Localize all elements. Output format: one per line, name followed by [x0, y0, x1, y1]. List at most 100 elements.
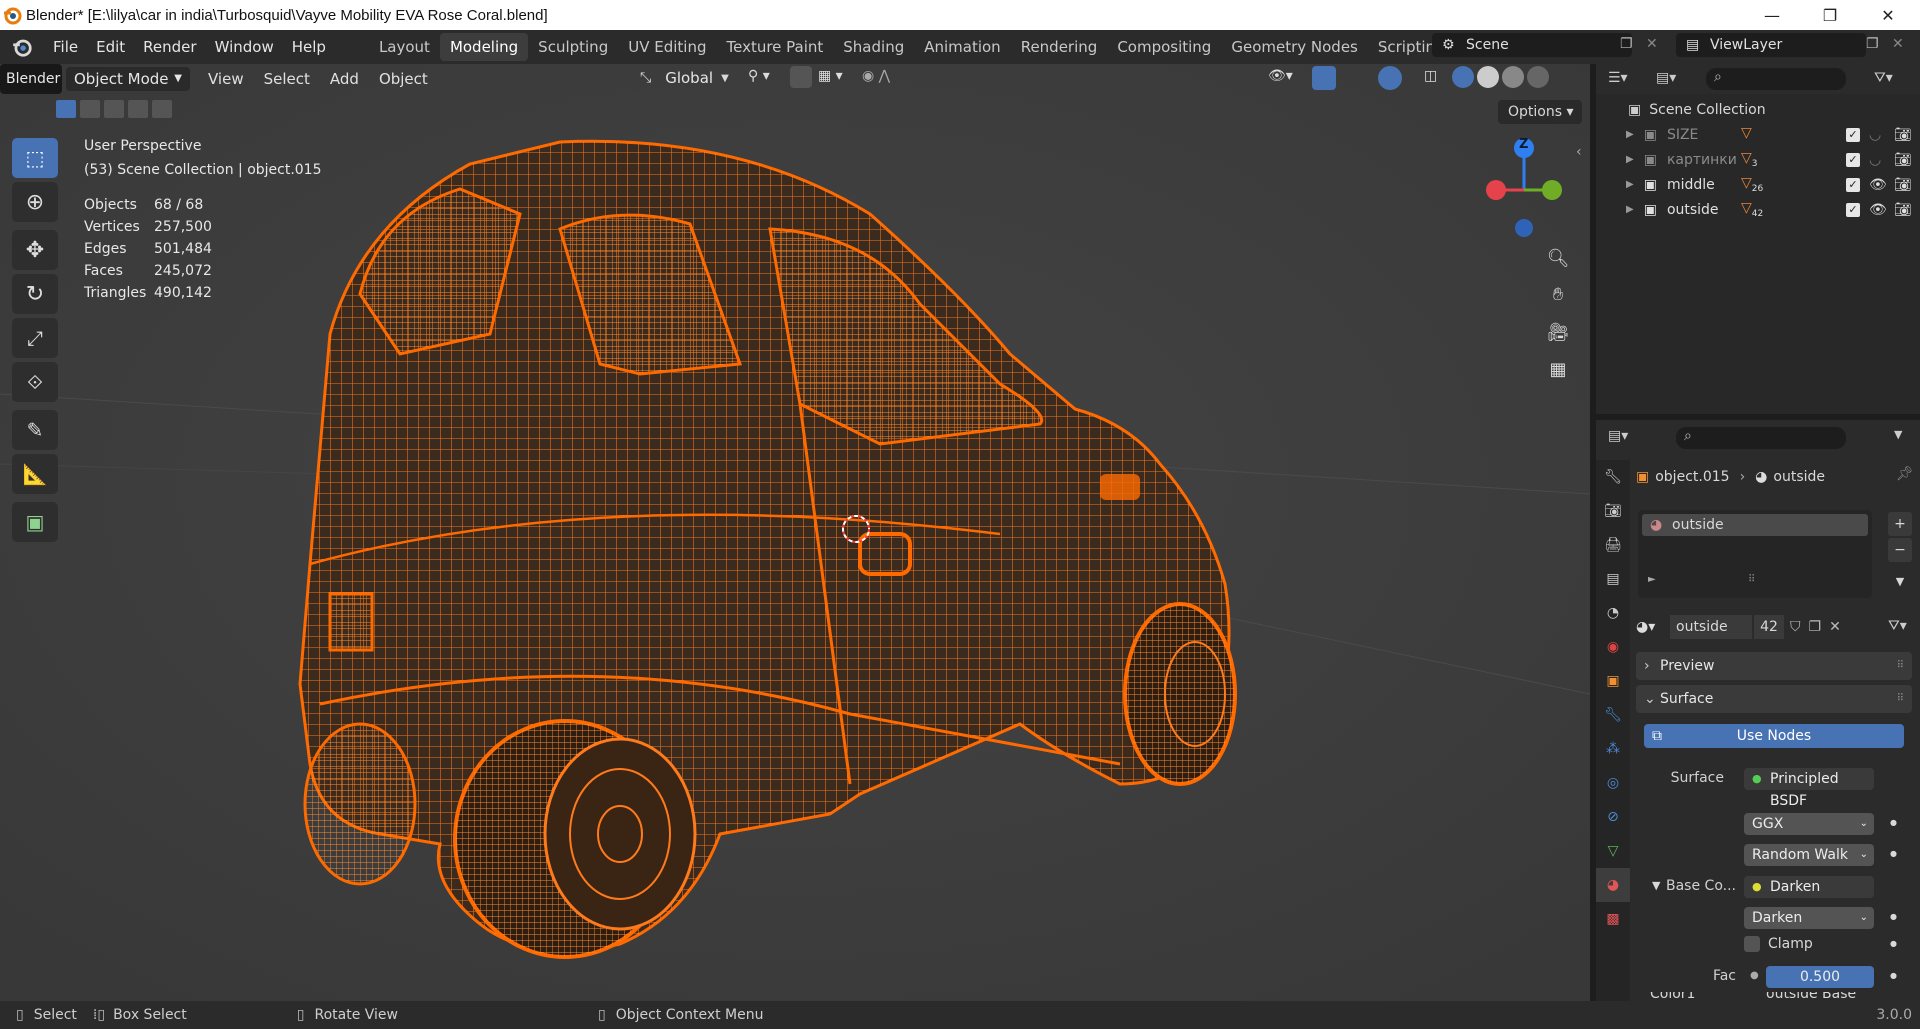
expand-arrow-icon[interactable]: ▶: [1626, 154, 1634, 165]
tool-tab-icon[interactable]: 🔧︎: [1596, 460, 1630, 494]
gizmo-toggle[interactable]: [1312, 66, 1336, 90]
fake-user-icon[interactable]: ⛉: [1790, 619, 1801, 635]
workspace-tab-animation[interactable]: Animation: [914, 33, 1010, 61]
collapse-icon[interactable]: ▼: [1652, 879, 1660, 892]
texture-tab-icon[interactable]: ▩: [1596, 902, 1630, 936]
material-tab-icon[interactable]: ◕: [1596, 868, 1630, 902]
scene-collection-row[interactable]: ▣ Scene Collection: [1596, 97, 1920, 122]
overlay-toggle[interactable]: [1378, 66, 1402, 90]
modifier-tab-icon[interactable]: 🔧︎: [1596, 698, 1630, 732]
camera-render-icon[interactable]: 📷︎: [1894, 152, 1912, 168]
outliner-item[interactable]: ▶ ▣ картинки ▽3 ✓ ◡ 📷︎: [1596, 147, 1920, 172]
scale-tool[interactable]: ⤢: [12, 318, 58, 358]
maximize-button[interactable]: ❐: [1802, 0, 1858, 30]
outliner-item[interactable]: ▶ ▣ middle ▽26 ✓ 👁 📷︎: [1596, 172, 1920, 197]
selection-mode-icons[interactable]: [56, 100, 172, 118]
outliner-search[interactable]: ⌕: [1706, 68, 1846, 90]
exclude-checkbox[interactable]: ✓: [1846, 202, 1860, 217]
outliner-item[interactable]: ▶ ▣ outside ▽42 ✓ 👁 📷︎: [1596, 197, 1920, 222]
exclude-checkbox[interactable]: ✓: [1846, 177, 1860, 192]
particles-tab-icon[interactable]: ⁂: [1596, 732, 1630, 766]
exclude-checkbox[interactable]: ✓: [1846, 152, 1860, 167]
keyframe-dot-icon[interactable]: ●: [1890, 912, 1897, 921]
visibility-icon[interactable]: 👁▾: [1268, 68, 1293, 84]
move-tool[interactable]: ✥: [12, 230, 58, 270]
workspace-tab-layout[interactable]: Layout: [369, 33, 440, 61]
zoom-icon[interactable]: 🔍︎: [1543, 243, 1573, 273]
output-tab-icon[interactable]: 🖨︎: [1596, 528, 1630, 562]
options-dropdown[interactable]: Options ▾: [1498, 100, 1582, 124]
transform-tool[interactable]: ⟐: [12, 362, 58, 402]
pin-icon[interactable]: 📌︎: [1896, 466, 1914, 482]
distribution-dropdown[interactable]: GGX ⌄: [1744, 813, 1874, 835]
workspace-tab-shading[interactable]: Shading: [833, 33, 914, 61]
drag-handle-icon[interactable]: ⠿: [1897, 685, 1904, 713]
data-tab-icon[interactable]: ▽: [1596, 834, 1630, 868]
display-mode-icon[interactable]: ▤▾: [1656, 70, 1676, 86]
eye-icon[interactable]: 👁: [1869, 202, 1887, 218]
copy-scene-icon[interactable]: ❐: [1620, 36, 1633, 52]
scene-tab-icon[interactable]: ◔: [1596, 596, 1630, 630]
expand-icon[interactable]: ►: [1648, 574, 1656, 585]
expand-arrow-icon[interactable]: ▶: [1626, 179, 1634, 190]
workspace-tab-uv-editing[interactable]: UV Editing: [618, 33, 716, 61]
3d-viewport[interactable]: Z Blender Object Mode ▼ View Select Add Obj…: [0, 64, 1590, 1001]
subsurface-method-dropdown[interactable]: Random Walk ⌄: [1744, 844, 1874, 866]
rendered-shading-icon[interactable]: [1527, 66, 1549, 88]
grid-view-icon[interactable]: ▦: [1543, 354, 1573, 384]
keyframe-dot-icon[interactable]: ●: [1890, 818, 1897, 827]
menu-help[interactable]: Help: [283, 30, 335, 64]
select-extend-icon[interactable]: [80, 100, 100, 118]
menu-window[interactable]: Window: [206, 30, 283, 64]
camera-render-icon[interactable]: 📷︎: [1894, 177, 1912, 193]
outliner-item[interactable]: ▶ ▣ SIZE ▽ ✓ ◡ 📷︎: [1596, 122, 1920, 147]
workspace-tab-modeling[interactable]: Modeling: [439, 33, 529, 61]
duplicate-icon[interactable]: ❐: [1809, 619, 1822, 635]
workspace-tab-texture-paint[interactable]: Texture Paint: [716, 33, 833, 61]
cursor-tool[interactable]: ⊕: [12, 182, 58, 222]
view-layer-selector[interactable]: ▤ ViewLayer: [1676, 33, 1866, 57]
fac-slider[interactable]: 0.500: [1766, 966, 1874, 988]
sidebar-toggle-icon[interactable]: ‹: [1576, 144, 1582, 160]
exclude-checkbox[interactable]: ✓: [1846, 127, 1860, 142]
surface-shader-field[interactable]: ● Principled BSDF: [1744, 768, 1874, 809]
camera-icon[interactable]: 🎥︎: [1543, 317, 1573, 347]
eye-closed-icon[interactable]: ◡: [1869, 127, 1881, 143]
workspace-tab-compositing[interactable]: Compositing: [1107, 33, 1221, 61]
object-tab-icon[interactable]: ▣: [1596, 664, 1630, 698]
mode-dropdown[interactable]: Object Mode ▼: [66, 67, 190, 91]
snap-toggle[interactable]: [790, 66, 812, 88]
remove-slot-button[interactable]: −: [1888, 538, 1912, 562]
proportional-edit-icon[interactable]: ◉ ⋀: [862, 68, 890, 84]
close-window-button[interactable]: ✕: [1860, 0, 1916, 30]
editor-type-icon[interactable]: ☰▾: [1608, 70, 1628, 86]
menu-render[interactable]: Render: [134, 30, 205, 64]
camera-render-icon[interactable]: 📷︎: [1894, 202, 1912, 218]
blend-mode-dropdown[interactable]: Darken ⌄: [1744, 907, 1874, 929]
keyframe-dot-icon[interactable]: ●: [1890, 971, 1897, 980]
pan-hand-icon[interactable]: ✋︎: [1543, 279, 1573, 309]
eye-icon[interactable]: 👁: [1869, 177, 1887, 193]
viewport-menu-object[interactable]: Object: [369, 66, 438, 92]
menu-edit[interactable]: Edit: [87, 30, 134, 64]
keyframe-dot-icon[interactable]: ●: [1890, 849, 1897, 858]
slot-specials-button[interactable]: ▼: [1888, 570, 1912, 594]
eye-closed-icon[interactable]: ◡: [1869, 152, 1881, 168]
surface-panel-header[interactable]: ⌄ Surface ⠿: [1636, 685, 1912, 713]
select-box-tool[interactable]: ⬚: [12, 138, 58, 178]
viewport-menu-view[interactable]: View: [198, 66, 254, 92]
use-nodes-button[interactable]: ⧉ Use Nodes: [1644, 724, 1904, 748]
viewport-menu-add[interactable]: Add: [320, 66, 369, 92]
add-slot-button[interactable]: +: [1888, 512, 1912, 536]
chevron-down-icon[interactable]: ▼: [1894, 428, 1902, 441]
drag-handle-icon[interactable]: ⠿: [1897, 652, 1904, 680]
annotate-tool[interactable]: ✎: [12, 410, 58, 450]
physics-tab-icon[interactable]: ◎: [1596, 766, 1630, 800]
viewport-canvas[interactable]: [0, 64, 1590, 1001]
menu-file[interactable]: File: [44, 30, 87, 64]
editor-type-icon[interactable]: ▤▾: [1608, 428, 1628, 444]
add-cube-tool[interactable]: ▣: [12, 502, 58, 542]
minimize-button[interactable]: —: [1744, 0, 1800, 30]
material-name-field[interactable]: outside: [1670, 615, 1752, 639]
material-browse-icon[interactable]: ◕▾: [1636, 619, 1670, 635]
